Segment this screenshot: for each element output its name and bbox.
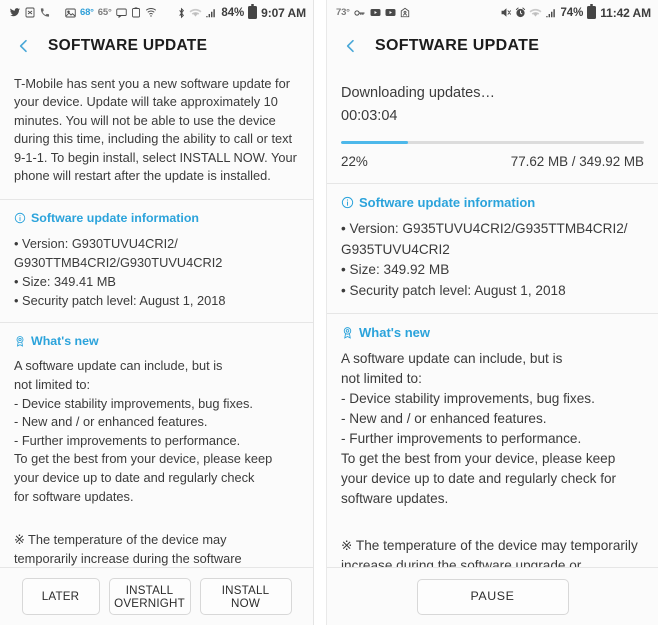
signal-icon (205, 7, 217, 18)
security-patch-value: • Security patch level: August 1, 2018 (341, 282, 566, 298)
software-update-information-section: Software update information • Version: G… (341, 184, 644, 313)
video-icon (370, 8, 381, 17)
update-info-list: • Version: G935TUVU4CRI2/G935TTMB4CRI2/ … (341, 219, 644, 301)
sim-card-icon (25, 7, 35, 18)
key-icon (354, 8, 366, 18)
left-status-bar: 68° 65° 84% 9:07 AM (0, 0, 313, 25)
section-heading-label: Software update information (31, 211, 199, 226)
wifi-icon (189, 7, 202, 18)
wifi-icon (529, 7, 542, 18)
left-screen: 68° 65° 84% 9:07 AM SOFTWARE UPDATE T-Mo… (0, 0, 313, 625)
app-shortcut-icon (400, 7, 410, 18)
update-intro-text: T-Mobile has sent you a new software upd… (14, 76, 297, 184)
whats-new-heading: What's new (341, 325, 644, 340)
download-elapsed-time: 00:03:04 (341, 108, 398, 124)
whats-new-heading: What's new (14, 334, 299, 348)
install-now-button[interactable]: INSTALL NOW (199, 578, 292, 615)
update-info-list: • Version: G930TUVU4CRI2/ G930TTMB4CRI2/… (14, 234, 299, 310)
back-button[interactable] (12, 34, 36, 58)
vpn-shield-icon (145, 7, 157, 18)
page-title: SOFTWARE UPDATE (375, 37, 540, 54)
right-status-icons: 74% 11:42 AM (500, 4, 651, 20)
clock-time: 11:42 AM (600, 5, 651, 20)
software-update-information-heading: Software update information (14, 211, 299, 225)
battery-icon (587, 4, 597, 19)
clock-time: 9:07 AM (261, 5, 306, 20)
temperature-note: ※ The temperature of the device may temp… (14, 532, 242, 566)
whats-new-body: A software update can include, but is no… (14, 358, 273, 504)
chevron-left-icon (346, 39, 354, 53)
section-heading-label: What's new (31, 334, 99, 349)
weather-temp-low: 65° (97, 7, 112, 18)
signal-icon (545, 7, 557, 18)
software-update-information-section: Software update information • Version: G… (14, 200, 299, 322)
version-value: • Version: G935TUVU4CRI2/G935TTMB4CRI2/ … (341, 221, 628, 257)
screenshot-root: 68° 65° 84% 9:07 AM SOFTWARE UPDATE T-Mo… (0, 0, 660, 625)
progress-bar-fill (341, 141, 408, 144)
security-patch-value: • Security patch level: August 1, 2018 (14, 293, 226, 309)
twitter-icon (9, 7, 21, 18)
photo-icon (65, 8, 76, 18)
page-title: SOFTWARE UPDATE (48, 37, 208, 54)
video-icon (385, 8, 396, 17)
downloading-status-label: Downloading updates… (341, 85, 495, 101)
info-circle-icon (14, 212, 26, 224)
bluetooth-icon (177, 7, 186, 19)
size-value: • Size: 349.41 MB (14, 274, 116, 290)
size-value: • Size: 349.92 MB (341, 262, 450, 277)
chevron-left-icon (19, 39, 27, 53)
right-status-icons: 84% 9:07 AM (177, 4, 306, 20)
right-screen: 73° 74% 11:42 AM SOFTWARE UPDATE Downloa… (327, 0, 658, 625)
left-content: T-Mobile has sent you a new software upd… (0, 67, 313, 567)
battery-percent: 84% (221, 6, 245, 19)
progress-percent: 22% (341, 154, 368, 169)
right-content: Downloading updates… 00:03:04 22% 77.62 … (327, 67, 658, 567)
version-value: • Version: G930TUVU4CRI2/ G930TTMB4CRI2/… (14, 236, 223, 271)
right-status-bar: 73° 74% 11:42 AM (327, 0, 658, 25)
back-button[interactable] (339, 34, 363, 58)
progress-bar-track (341, 141, 644, 144)
info-circle-icon (341, 196, 354, 209)
progress-stats-row: 22% 77.62 MB / 349.92 MB (341, 154, 644, 169)
message-icon (115, 8, 127, 18)
section-heading-label: Software update information (359, 195, 536, 210)
clipboard-icon (131, 7, 141, 18)
software-update-information-heading: Software update information (341, 195, 644, 210)
whats-new-section: What's new A software update can include… (341, 314, 644, 521)
weather-temp-high: 68° (80, 7, 94, 18)
mute-icon (500, 7, 512, 18)
left-status-icons: 68° 65° (9, 7, 157, 18)
left-title-bar: SOFTWARE UPDATE (0, 25, 313, 67)
right-footer-buttons: PAUSE (327, 567, 658, 625)
battery-percent: 74% (560, 6, 584, 19)
award-badge-icon (14, 335, 26, 348)
install-overnight-button[interactable]: INSTALL OVERNIGHT (108, 578, 191, 615)
pause-button[interactable]: PAUSE (416, 578, 569, 615)
left-status-icons: 73° (336, 7, 410, 18)
weather-temp: 73° (336, 7, 350, 18)
call-forwarding-icon (39, 7, 51, 18)
whats-new-section: What's new A software update can include… (14, 323, 299, 518)
temperature-note: ※ The temperature of the device may temp… (341, 538, 638, 567)
award-badge-icon (341, 326, 354, 339)
alarm-icon (515, 7, 526, 18)
right-title-bar: SOFTWARE UPDATE (327, 25, 658, 67)
progress-size: 77.62 MB / 349.92 MB (510, 154, 644, 169)
section-heading-label: What's new (359, 325, 430, 340)
battery-icon (248, 4, 258, 19)
later-button[interactable]: LATER (21, 578, 100, 615)
download-progress-block: Downloading updates… 00:03:04 22% 77.62 … (341, 67, 644, 183)
whats-new-body: A software update can include, but is no… (341, 351, 617, 506)
screenshot-divider (313, 0, 327, 625)
left-footer-buttons: LATER INSTALL OVERNIGHT INSTALL NOW (0, 567, 313, 625)
